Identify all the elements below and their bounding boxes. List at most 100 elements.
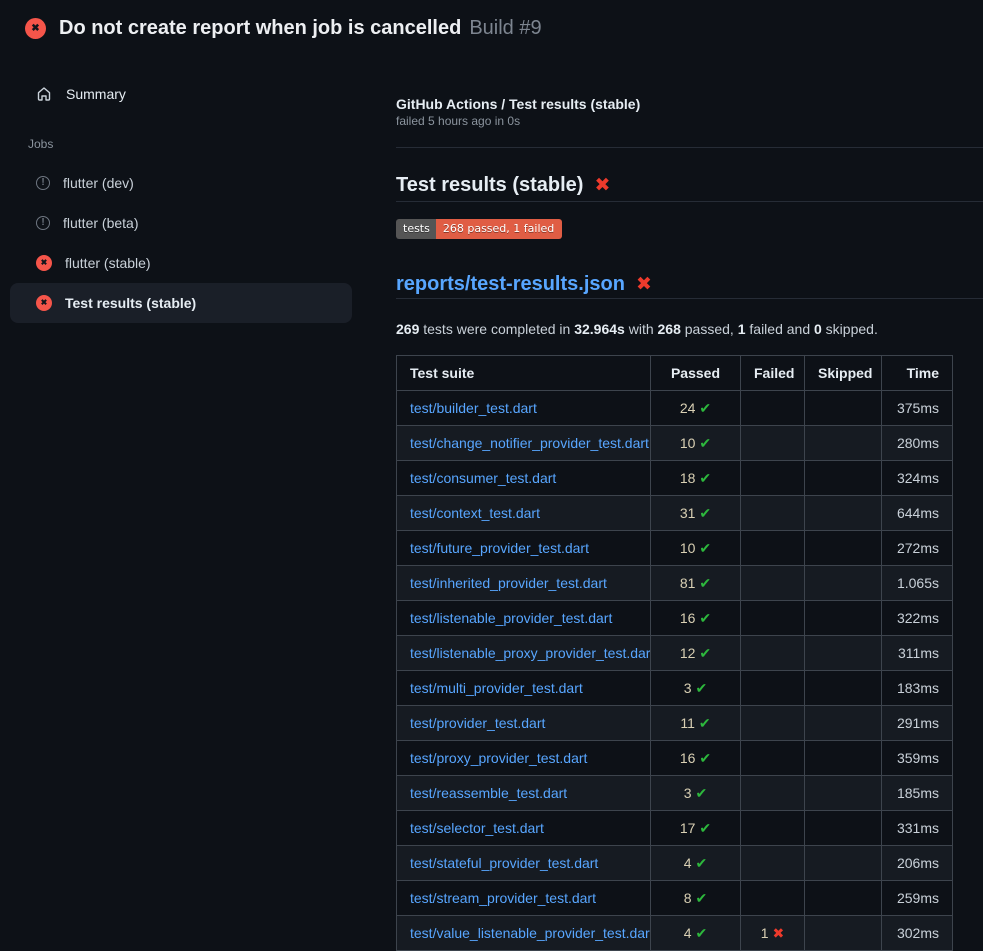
summary-text: tests were completed in	[419, 321, 574, 337]
duration-value: 32.964s	[574, 321, 625, 337]
sidebar-item-label: flutter (beta)	[63, 215, 138, 231]
cell-time: 322ms	[882, 601, 953, 636]
test-suite-link[interactable]: test/selector_test.dart	[410, 820, 544, 836]
count-value: 24	[680, 400, 696, 416]
test-suite-link[interactable]: test/change_notifier_provider_test.dart	[410, 435, 649, 451]
test-results-table: Test suite Passed Failed Skipped Time te…	[396, 355, 953, 951]
run-status-line: failed 5 hours ago in 0s	[396, 113, 983, 129]
report-file-link[interactable]: reports/test-results.json	[396, 272, 625, 296]
test-suite-link[interactable]: test/reassemble_test.dart	[410, 785, 567, 801]
summary-text: failed and	[746, 321, 815, 337]
cell-time: 1.065s	[882, 566, 953, 601]
test-suite-link[interactable]: test/builder_test.dart	[410, 400, 537, 416]
cell-test-suite: test/listenable_proxy_provider_test.dart	[397, 636, 651, 671]
cell-test-suite: test/provider_test.dart	[397, 706, 651, 741]
count-value: 16	[680, 610, 696, 626]
test-suite-link[interactable]: test/stateful_provider_test.dart	[410, 855, 598, 871]
table-row: test/future_provider_test.dart10✔272ms	[397, 531, 953, 566]
check-icon: ✔	[699, 435, 711, 451]
header-divider	[396, 147, 983, 148]
sidebar-jobs-heading: Jobs	[28, 137, 352, 151]
passed-count: 268	[658, 321, 681, 337]
sidebar-item-flutter-dev[interactable]: !flutter (dev)	[10, 163, 352, 203]
cell-skipped	[805, 846, 882, 881]
cell-failed	[741, 531, 805, 566]
check-icon: ✔	[696, 680, 708, 696]
sidebar-item-flutter-stable[interactable]: ✖flutter (stable)	[10, 243, 352, 283]
count-value: 3	[684, 785, 692, 801]
count-value: 12	[680, 645, 696, 661]
cell-skipped	[805, 496, 882, 531]
cell-time: 302ms	[882, 916, 953, 951]
check-icon: ✔	[696, 890, 708, 906]
cell-time: 280ms	[882, 426, 953, 461]
check-icon: ✔	[699, 470, 711, 486]
test-suite-link[interactable]: test/stream_provider_test.dart	[410, 890, 596, 906]
summary-text: with	[625, 321, 658, 337]
summary-text: passed,	[681, 321, 738, 337]
cell-passed: 17✔	[651, 811, 741, 846]
summary-line: 269 tests were completed in 32.964s with…	[396, 321, 983, 337]
cell-test-suite: test/value_listenable_provider_test.dart	[397, 916, 651, 951]
test-suite-link[interactable]: test/listenable_proxy_provider_test.dart	[410, 645, 651, 661]
cell-time: 185ms	[882, 776, 953, 811]
table-row: test/builder_test.dart24✔375ms	[397, 391, 953, 426]
cell-failed	[741, 811, 805, 846]
cell-skipped	[805, 671, 882, 706]
test-suite-link[interactable]: test/listenable_provider_test.dart	[410, 610, 612, 626]
cell-test-suite: test/stream_provider_test.dart	[397, 881, 651, 916]
count-value: 18	[680, 470, 696, 486]
test-suite-link[interactable]: test/consumer_test.dart	[410, 470, 556, 486]
sidebar-item-label: flutter (dev)	[63, 175, 134, 191]
test-suite-link[interactable]: test/future_provider_test.dart	[410, 540, 589, 556]
count-value: 4	[684, 855, 692, 871]
warning-status-icon: !	[36, 216, 50, 230]
check-icon: ✔	[696, 925, 708, 941]
cell-time: 259ms	[882, 881, 953, 916]
sidebar-item-summary[interactable]: Summary	[10, 78, 352, 110]
sidebar-summary-label: Summary	[66, 86, 126, 102]
cell-failed	[741, 881, 805, 916]
run-build-number: Build #9	[469, 17, 541, 40]
cell-time: 183ms	[882, 671, 953, 706]
cell-failed	[741, 426, 805, 461]
cell-passed: 11✔	[651, 706, 741, 741]
cell-skipped	[805, 391, 882, 426]
sidebar-item-flutter-beta[interactable]: ! flutter (beta)	[10, 203, 352, 243]
table-row: test/proxy_provider_test.dart16✔359ms	[397, 741, 953, 776]
table-row: test/stream_provider_test.dart8✔259ms	[397, 881, 953, 916]
run-failed-icon: ✖	[25, 18, 46, 39]
tests-badge: tests 268 passed, 1 failed	[396, 219, 562, 239]
test-suite-link[interactable]: test/proxy_provider_test.dart	[410, 750, 587, 766]
count-value: 17	[680, 820, 696, 836]
sidebar-item-test-results-stable[interactable]: ✖Test results (stable)	[10, 283, 352, 323]
test-suite-link[interactable]: test/multi_provider_test.dart	[410, 680, 583, 696]
cell-failed	[741, 566, 805, 601]
table-row: test/consumer_test.dart18✔324ms	[397, 461, 953, 496]
cell-passed: 31✔	[651, 496, 741, 531]
count-value: 10	[680, 540, 696, 556]
cell-failed	[741, 706, 805, 741]
cell-test-suite: test/context_test.dart	[397, 496, 651, 531]
cell-time: 375ms	[882, 391, 953, 426]
cell-passed: 3✔	[651, 671, 741, 706]
test-suite-link[interactable]: test/provider_test.dart	[410, 715, 545, 731]
check-icon: ✔	[699, 575, 711, 591]
cell-skipped	[805, 566, 882, 601]
cell-skipped	[805, 636, 882, 671]
cell-skipped	[805, 461, 882, 496]
check-icon: ✔	[699, 645, 711, 661]
check-icon: ✔	[699, 540, 711, 556]
column-header-failed: Failed	[741, 356, 805, 391]
test-suite-link[interactable]: test/inherited_provider_test.dart	[410, 575, 607, 591]
cell-skipped	[805, 601, 882, 636]
count-value: 3	[684, 680, 692, 696]
cell-time: 359ms	[882, 741, 953, 776]
test-suite-link[interactable]: test/context_test.dart	[410, 505, 540, 521]
skipped-count: 0	[814, 321, 822, 337]
sidebar-item-label: flutter (stable)	[65, 255, 151, 271]
cell-skipped	[805, 706, 882, 741]
table-row: test/stateful_provider_test.dart4✔206ms	[397, 846, 953, 881]
column-header-skipped: Skipped	[805, 356, 882, 391]
test-suite-link[interactable]: test/value_listenable_provider_test.dart	[410, 925, 651, 941]
